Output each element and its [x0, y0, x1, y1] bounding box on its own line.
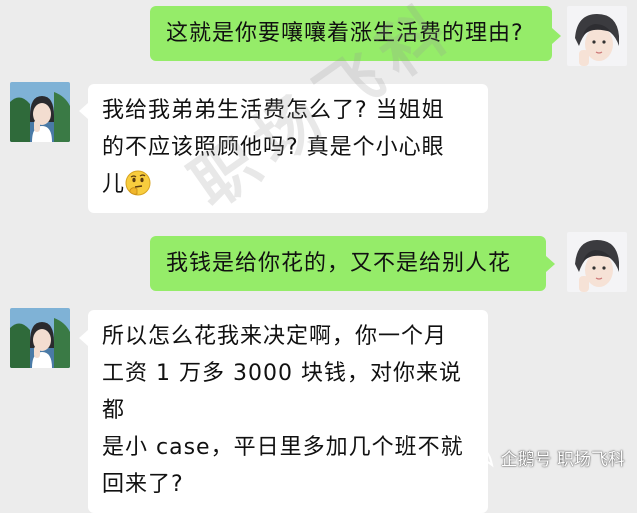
contact-avatar[interactable]: [10, 308, 70, 368]
message-line: 回来了?: [102, 472, 184, 497]
received-message-bubble[interactable]: 所以怎么花我来决定啊，你一个月 工资 1 万多 3000 块钱，对你来说都 是小…: [88, 310, 488, 513]
message-line: 的不应该照顾他吗? 真是个小心眼: [102, 135, 445, 160]
message-text: 这就是你要嚷嚷着涨生活费的理由?: [166, 21, 524, 46]
bubble-tail: [79, 330, 88, 346]
message-line: 儿: [102, 166, 474, 203]
thinking-face-icon: [125, 170, 151, 196]
message-line: 是小 case，平日里多加几个班不就: [102, 435, 464, 460]
bottom-watermark: 企鹅号 职场飞科: [473, 445, 625, 470]
user-avatar[interactable]: [567, 6, 627, 66]
sent-message-bubble[interactable]: 我钱是给你花的，又不是给别人花: [150, 236, 546, 291]
message-line: 工资 1 万多 3000 块钱，对你来说都: [102, 361, 462, 423]
bubble-tail: [79, 103, 88, 119]
message-text: 我钱是给你花的，又不是给别人花: [166, 251, 512, 276]
user-avatar[interactable]: [567, 232, 627, 292]
received-message-bubble[interactable]: 我给我弟弟生活费怎么了? 当姐姐 的不应该照顾他吗? 真是个小心眼 儿: [88, 84, 488, 213]
watermark-text: 企鹅号 职场飞科: [500, 450, 625, 470]
contact-avatar[interactable]: [10, 82, 70, 142]
sent-message-bubble[interactable]: 这就是你要嚷嚷着涨生活费的理由?: [150, 6, 552, 61]
bubble-tail: [552, 28, 561, 44]
message-line: 我给我弟弟生活费怎么了? 当姐姐: [102, 98, 445, 123]
bubble-tail: [546, 256, 555, 272]
message-line-text: 儿: [102, 172, 126, 197]
penguin-logo-icon: [474, 449, 494, 468]
message-line: 所以怎么花我来决定啊，你一个月: [102, 324, 448, 349]
chat-area: 这就是你要嚷嚷着涨生活费的理由? 我给我弟弟生活费怎么了? 当姐姐 的不应该照顾…: [0, 0, 637, 513]
